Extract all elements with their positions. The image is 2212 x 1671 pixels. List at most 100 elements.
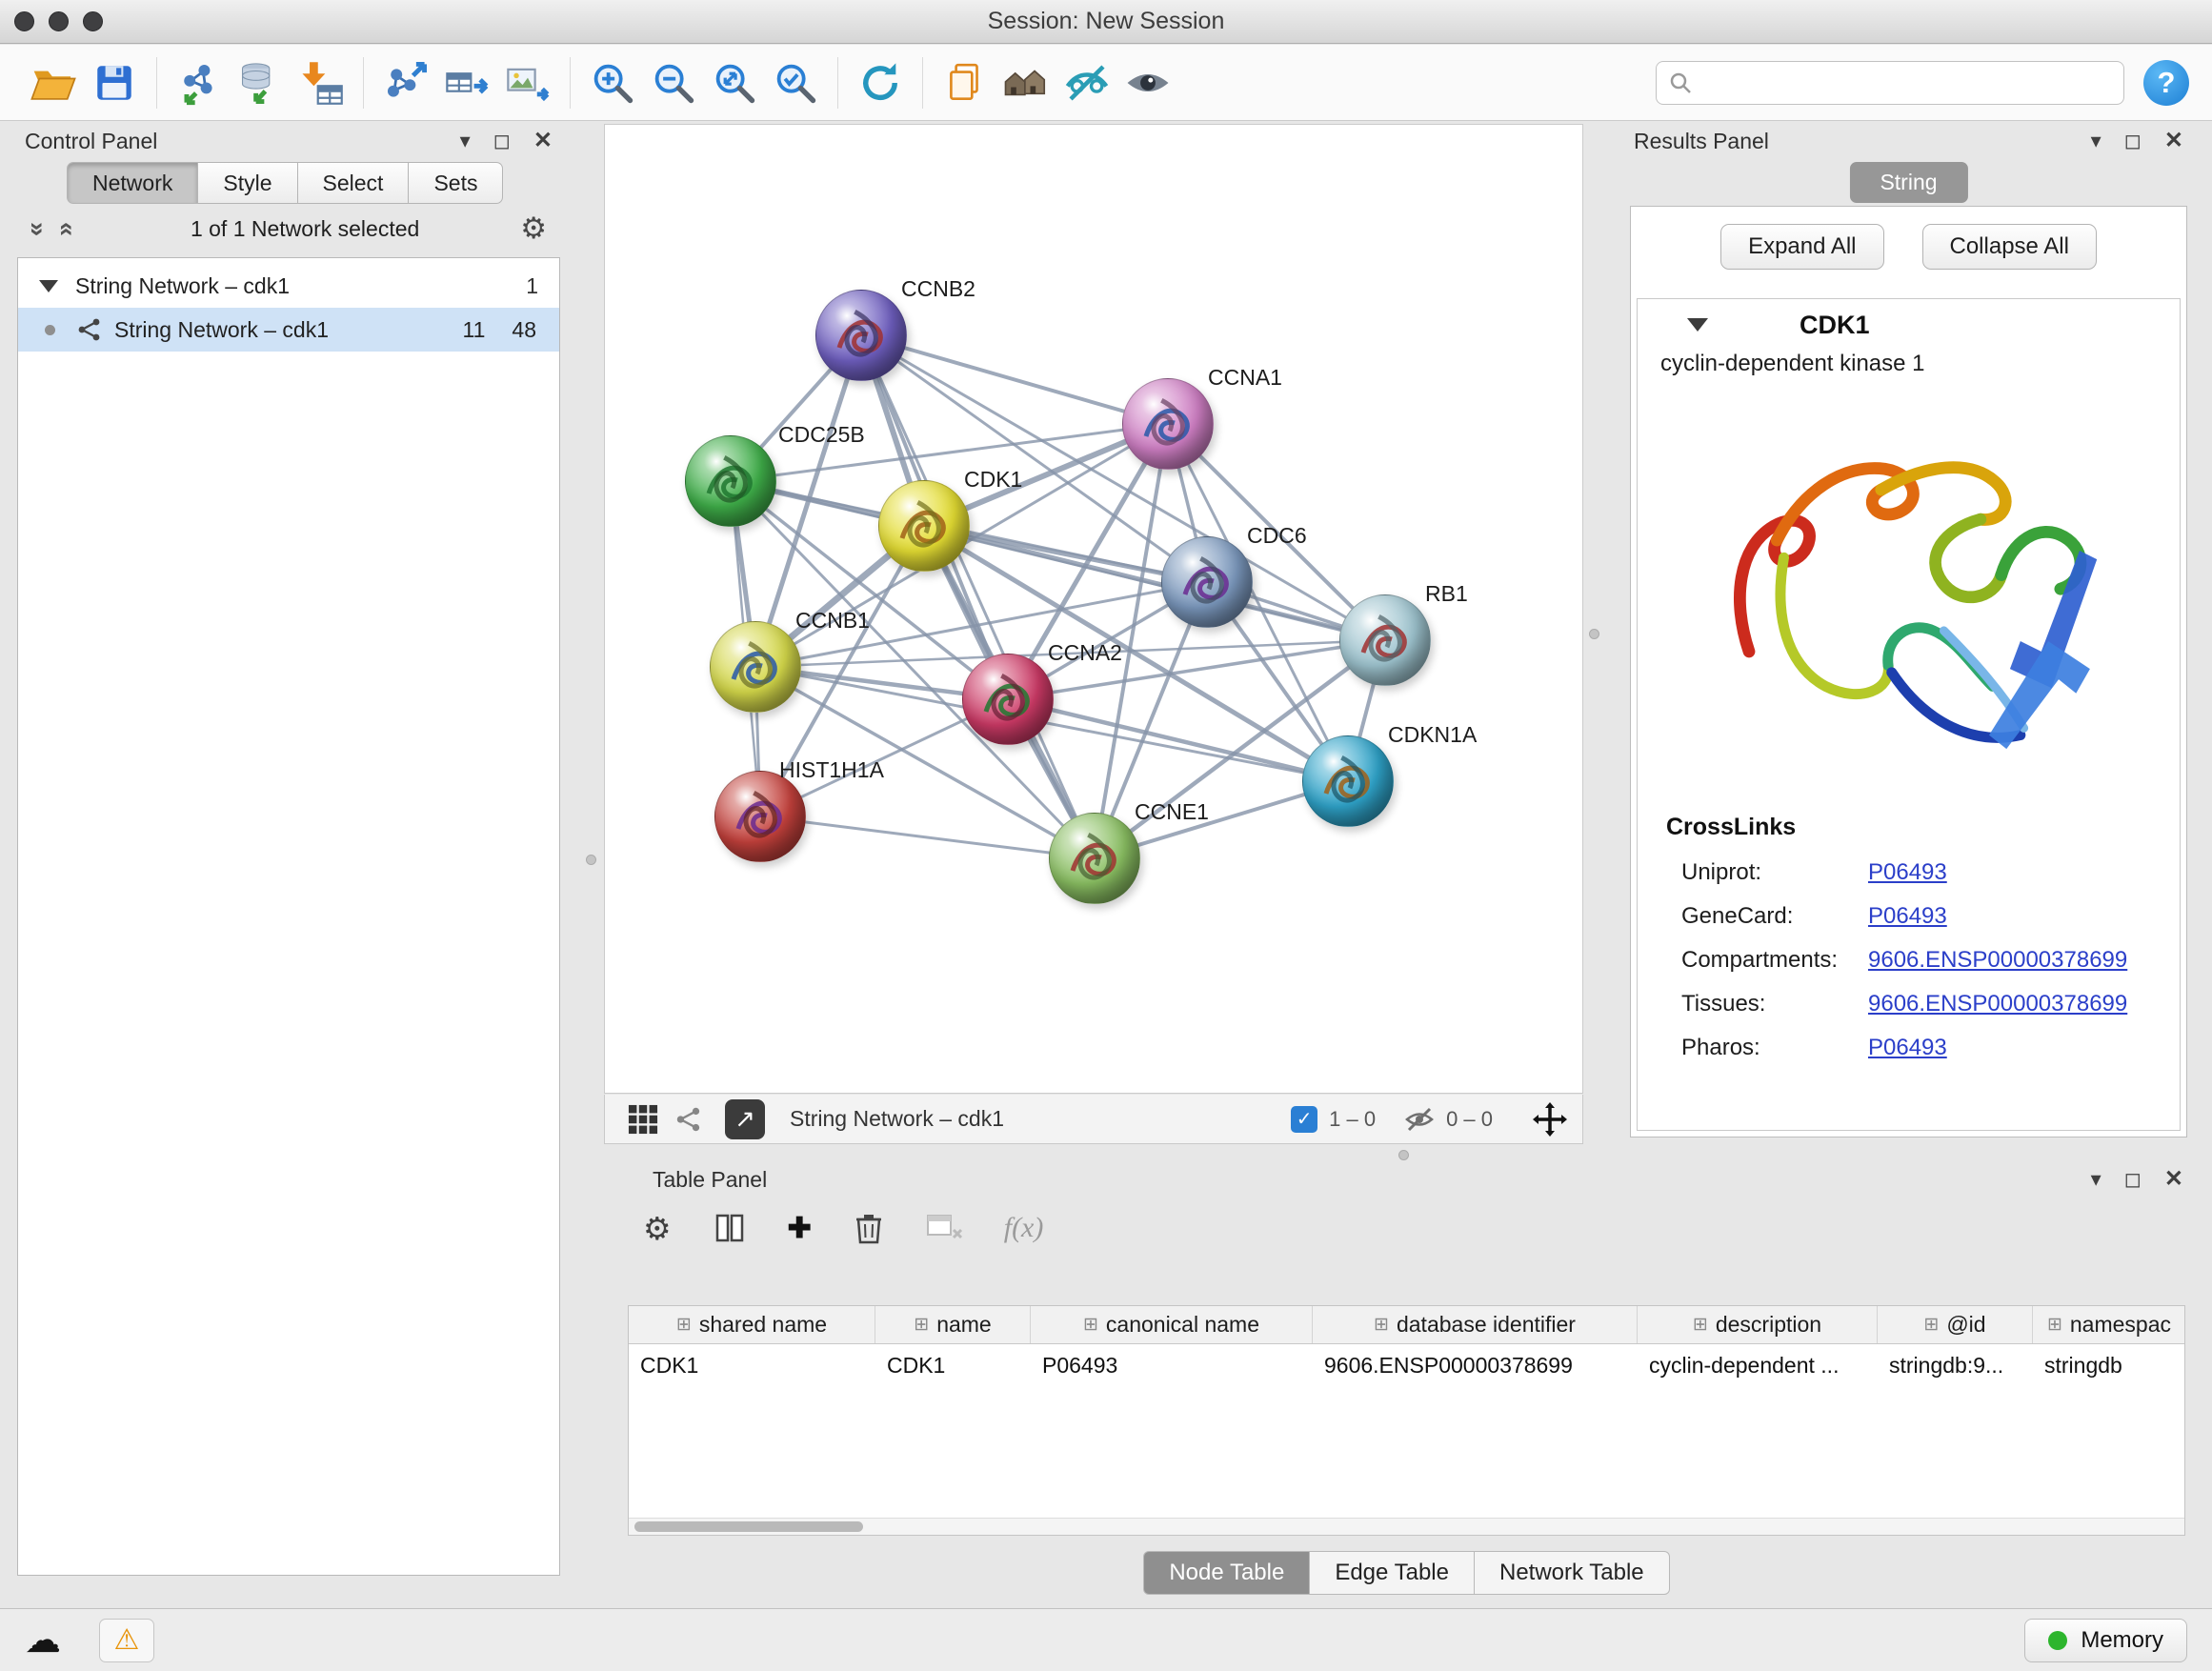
panel-float-icon[interactable]: ◻: [2124, 1169, 2142, 1190]
gear-menu-button[interactable]: ⚙: [520, 211, 547, 246]
status-bar: ☁ ⚠ Memory: [0, 1608, 2212, 1671]
network-selected-status: 1 of 1 Network selected: [90, 216, 520, 242]
network-node-ccne1[interactable]: [1049, 813, 1140, 904]
apply-layout-button[interactable]: [850, 52, 911, 113]
tab-node-table[interactable]: Node Table: [1143, 1551, 1310, 1595]
zoom-in-button[interactable]: [582, 52, 643, 113]
network-node-ccna1[interactable]: [1122, 378, 1214, 470]
network-node-cdc25b[interactable]: [685, 435, 776, 527]
column-header[interactable]: ⊞description: [1638, 1306, 1878, 1343]
memory-button[interactable]: Memory: [2024, 1619, 2187, 1662]
function-builder-button[interactable]: f(x): [1004, 1212, 1044, 1244]
network-node-ccna2[interactable]: [962, 654, 1054, 745]
tab-edge-table[interactable]: Edge Table: [1310, 1551, 1475, 1595]
splitter-handle[interactable]: [1589, 629, 1599, 639]
splitter-handle[interactable]: [1398, 1150, 1409, 1160]
open-in-new-button[interactable]: ↗: [725, 1099, 765, 1139]
caret-down-icon[interactable]: [39, 280, 58, 292]
birds-eye-view-button[interactable]: [620, 1098, 666, 1140]
panel-close-icon[interactable]: ✕: [2164, 130, 2183, 152]
horizontal-scrollbar[interactable]: [629, 1518, 2184, 1535]
splitter-handle[interactable]: [586, 855, 596, 865]
hidden-toggle-button[interactable]: [1404, 1104, 1435, 1135]
caret-down-icon[interactable]: [1687, 318, 1708, 332]
selected-checkbox-icon[interactable]: ✓: [1291, 1106, 1317, 1133]
crosslink-compartments[interactable]: 9606.ENSP00000378699: [1868, 947, 2127, 974]
tab-style[interactable]: Style: [198, 162, 297, 204]
tab-sets[interactable]: Sets: [409, 162, 503, 204]
warnings-button[interactable]: ⚠: [99, 1619, 154, 1662]
column-header[interactable]: ⊞namespac: [2033, 1306, 2185, 1343]
network-view[interactable]: CCNB2CCNA1CDC25BCDK1CDC6RB1CCNB1CCNA2CDK…: [604, 124, 1583, 1094]
crosshair-icon: [1533, 1102, 1567, 1137]
panel-close-icon[interactable]: ✕: [2164, 1168, 2183, 1191]
zoom-out-button[interactable]: [643, 52, 704, 113]
network-node-label: CDKN1A: [1388, 722, 1477, 748]
export-table-button[interactable]: [436, 52, 497, 113]
show-columns-button[interactable]: [714, 1212, 746, 1244]
show-all-button[interactable]: [1117, 52, 1178, 113]
protein-thumbnail: [963, 654, 1055, 746]
delete-table-button[interactable]: [926, 1214, 962, 1242]
column-header[interactable]: ⊞database identifier: [1313, 1306, 1638, 1343]
column-header[interactable]: ⊞canonical name: [1031, 1306, 1313, 1343]
collapse-all-icon[interactable]: »: [23, 221, 52, 235]
delete-column-button[interactable]: [854, 1212, 884, 1244]
zoom-selected-button[interactable]: [765, 52, 826, 113]
network-node-ccnb1[interactable]: [710, 621, 801, 713]
network-node-rb1[interactable]: [1339, 594, 1431, 686]
search-input[interactable]: [1700, 70, 2112, 95]
table-settings-button[interactable]: ⚙: [643, 1210, 672, 1247]
crosslink-pharos[interactable]: P06493: [1868, 1035, 1947, 1061]
network-share-button[interactable]: [666, 1098, 712, 1140]
network-node-hist1h1a[interactable]: [714, 771, 806, 862]
tab-network[interactable]: Network: [67, 162, 198, 204]
crosslink-uniprot[interactable]: P06493: [1868, 859, 1947, 886]
houses-icon: [1001, 58, 1051, 108]
network-node-ccnb2[interactable]: [815, 290, 907, 381]
network-collection-row[interactable]: String Network – cdk1 1: [18, 264, 559, 308]
panel-float-icon[interactable]: ◻: [493, 131, 511, 151]
column-header[interactable]: ⊞shared name: [629, 1306, 875, 1343]
tab-string[interactable]: String: [1849, 162, 1967, 203]
scrollbar-thumb[interactable]: [634, 1521, 863, 1532]
pan-mode-button[interactable]: [1533, 1102, 1567, 1137]
expand-all-icon[interactable]: «: [52, 221, 82, 235]
import-network-database-button[interactable]: [230, 52, 291, 113]
expand-all-button[interactable]: Expand All: [1720, 224, 1883, 270]
network-node-cdc6[interactable]: [1161, 536, 1253, 628]
network-row[interactable]: String Network – cdk1 11 48: [18, 308, 559, 352]
crosslink-tissues[interactable]: 9606.ENSP00000378699: [1868, 991, 2127, 1017]
network-overview-button[interactable]: [995, 52, 1056, 113]
gene-section-header[interactable]: CDK1: [1638, 299, 2180, 351]
cloud-icon[interactable]: ☁: [25, 1622, 61, 1659]
clone-network-button[interactable]: [935, 52, 995, 113]
export-image-button[interactable]: [497, 52, 558, 113]
panel-menu-icon[interactable]: ▾: [2091, 1169, 2101, 1190]
panel-close-icon[interactable]: ✕: [533, 130, 553, 152]
open-session-button[interactable]: [23, 52, 84, 113]
hide-selected-button[interactable]: [1056, 52, 1117, 113]
help-button[interactable]: ?: [2143, 60, 2189, 106]
network-node-cdkn1a[interactable]: [1302, 735, 1394, 827]
import-network-button[interactable]: [169, 52, 230, 113]
table-row[interactable]: CDK1CDK1P064939606.ENSP00000378699cyclin…: [629, 1344, 2184, 1386]
save-session-button[interactable]: [84, 52, 145, 113]
collapse-all-button[interactable]: Collapse All: [1922, 224, 2097, 270]
node-table[interactable]: ⊞shared name⊞name⊞canonical name⊞databas…: [628, 1305, 2185, 1536]
search-box[interactable]: [1656, 61, 2124, 105]
column-header[interactable]: ⊞@id: [1878, 1306, 2033, 1343]
network-node-label: CCNB1: [795, 608, 870, 634]
network-node-cdk1[interactable]: [878, 480, 970, 572]
crosslink-genecard[interactable]: P06493: [1868, 903, 1947, 930]
tab-select[interactable]: Select: [298, 162, 410, 204]
panel-menu-icon[interactable]: ▾: [460, 131, 471, 151]
import-table-button[interactable]: [291, 52, 352, 113]
column-header[interactable]: ⊞name: [875, 1306, 1031, 1343]
export-network-button[interactable]: [375, 52, 436, 113]
zoom-fit-button[interactable]: [704, 52, 765, 113]
panel-menu-icon[interactable]: ▾: [2091, 131, 2101, 151]
tab-network-table[interactable]: Network Table: [1475, 1551, 1670, 1595]
panel-float-icon[interactable]: ◻: [2124, 131, 2142, 151]
add-column-button[interactable]: ✚: [788, 1212, 812, 1245]
